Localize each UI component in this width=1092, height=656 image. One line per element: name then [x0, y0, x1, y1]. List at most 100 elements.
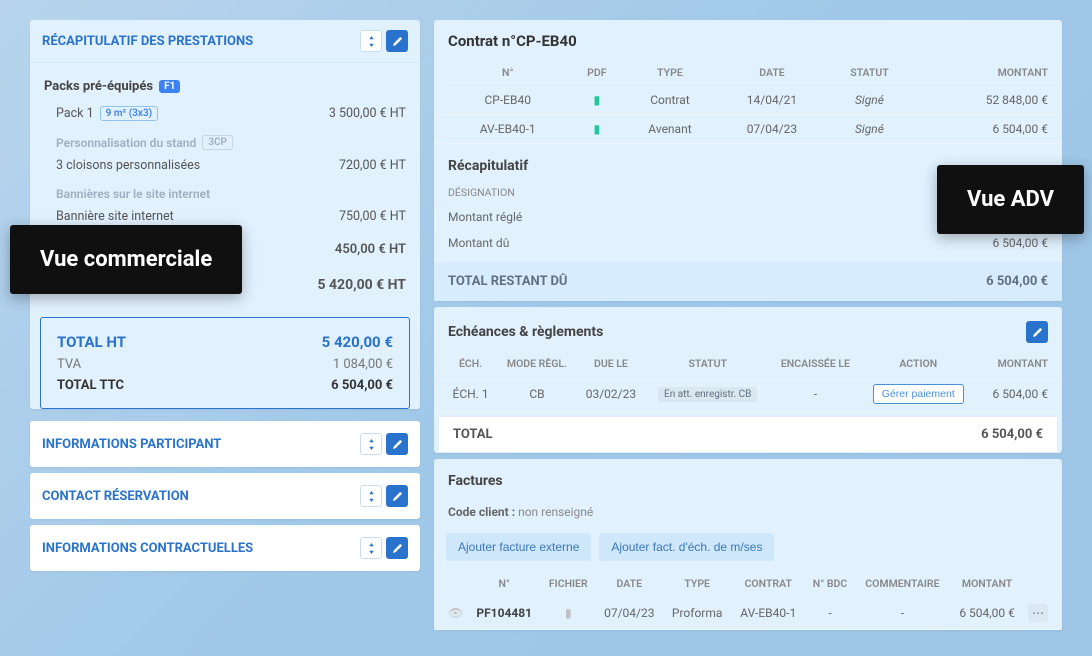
pack1-label: Pack 1 [56, 106, 94, 121]
perso-badge: 3CP [202, 135, 233, 150]
pdf-icon[interactable]: ▮ [594, 93, 601, 107]
edit-button[interactable] [386, 537, 408, 559]
collapse-button[interactable] [360, 485, 382, 507]
col-montant: MONTANT [976, 351, 1062, 377]
perso-line-amount: 720,00 € HT [339, 158, 406, 173]
invoices-panel: Factures Code client : non renseigné Ajo… [434, 459, 1062, 630]
eye-icon[interactable]: 👁 [448, 606, 463, 620]
pdf-icon[interactable]: ▮ [594, 122, 601, 136]
contract-panel: Contrat n°CP-EB40 N° PDF TYPE DATE STATU… [434, 20, 1062, 301]
perso-title: Personnalisation du stand [56, 136, 196, 150]
ban-subtitle: Bannières sur le site internet [56, 187, 406, 201]
table-row[interactable]: CP-EB40 ▮ Contrat 14/04/21 Signé 52 848,… [434, 86, 1062, 115]
pencil-icon [392, 439, 403, 450]
total-rest-label: TOTAL RESTANT DÛ [448, 274, 568, 289]
recap-panel: RÉCAPITULATIF DES PRESTATIONS Packs pré-… [30, 20, 420, 409]
col-date: DATE [718, 60, 827, 86]
overlay-commercial: Vue commerciale [10, 225, 242, 294]
add-external-invoice-button[interactable]: Ajouter facture externe [446, 533, 591, 561]
participant-panel: INFORMATIONS PARTICIPANT [30, 421, 420, 467]
cell-type: Contrat [622, 86, 717, 115]
schedule-table: ÉCH. MODE RÈGL. DUE LE STATUT ENCAISSÉE … [434, 351, 1062, 412]
add-schedule-invoice-button[interactable]: Ajouter fact. d'éch. de m/ses [599, 533, 774, 561]
pack1-amount: 3 500,00 € HT [329, 106, 406, 121]
contact-header[interactable]: CONTACT RÉSERVATION [30, 473, 420, 519]
cell-date: 14/04/21 [718, 86, 827, 115]
ban-line-amount: 750,00 € HT [339, 209, 406, 224]
cell-due: 03/02/23 [577, 377, 645, 412]
contact-panel: CONTACT RÉSERVATION [30, 473, 420, 519]
cell-montant: 52 848,00 € [913, 86, 1062, 115]
code-client-value: non renseigné [518, 505, 593, 519]
col-statut: STATUT [826, 60, 913, 86]
col-ech: ÉCH. [434, 351, 497, 377]
overlay-adv: Vue ADV [937, 165, 1084, 234]
table-row[interactable]: ÉCH. 1 CB 03/02/23 En att. enregistr. CB… [434, 377, 1062, 412]
col-montant: MONTANT [913, 60, 1062, 86]
cell-type: Proforma [663, 597, 731, 630]
cell-num: CP-EB40 [434, 86, 571, 115]
contractual-title: INFORMATIONS CONTRACTUELLES [42, 541, 253, 556]
perso-line: 3 cloisons personnalisées 720,00 € HT [44, 154, 406, 177]
overlay-commercial-text: Vue commerciale [40, 247, 212, 272]
cell-montant: 6 504,00 € [976, 377, 1062, 412]
contract-table: N° PDF TYPE DATE STATUT MONTANT CP-EB40 … [434, 60, 1062, 144]
col-type: TYPE [622, 60, 717, 86]
total-ht-value: 5 420,00 € [322, 333, 393, 351]
recap-row-value: 6 504,00 € [992, 236, 1048, 250]
total-ttc-label: TOTAL TTC [57, 378, 124, 393]
sort-icon [366, 543, 377, 554]
col-date: DATE [595, 571, 663, 597]
packs-label: Packs pré-équipés [44, 79, 153, 94]
col-type: TYPE [663, 571, 731, 597]
edit-button[interactable] [386, 30, 408, 52]
cell-num: PF104481 [467, 597, 541, 630]
more-button[interactable]: ⋯ [1028, 604, 1048, 622]
table-row[interactable]: AV-EB40-1 ▮ Avenant 07/04/23 Signé 6 504… [434, 115, 1062, 144]
pack1-badge: 9 m² (3x3) [100, 106, 159, 121]
totals-box: TOTAL HT 5 420,00 € TVA 1 084,00 € TOTAL… [40, 317, 410, 409]
cell-statut: Signé [826, 115, 913, 144]
col-encaissee: ENCAISSÉE LE [770, 351, 860, 377]
participant-title: INFORMATIONS PARTICIPANT [42, 437, 221, 452]
schedule-panel: Echéances & règlements ÉCH. MODE RÈGL. D… [434, 307, 1062, 453]
cell-bdc: - [805, 597, 854, 630]
file-icon[interactable]: ▮ [565, 606, 572, 620]
invoices-table: N° FICHIER DATE TYPE CONTRAT N° BDC COMM… [434, 571, 1062, 630]
col-num: N° [467, 571, 541, 597]
edit-button[interactable] [1026, 321, 1048, 343]
manage-payment-button[interactable]: Gérer paiement [873, 384, 964, 404]
col-bdc: N° BDC [805, 571, 854, 597]
pencil-icon [392, 543, 403, 554]
cell-statut: Signé [826, 86, 913, 115]
overlay-adv-text: Vue ADV [967, 187, 1054, 212]
cell-contrat: AV-EB40-1 [731, 597, 805, 630]
recap-row-label: Montant dû [448, 236, 509, 250]
perso-line-label: 3 cloisons personnalisées [56, 158, 200, 173]
perso-subtitle: Personnalisation du stand 3CP [56, 135, 406, 150]
pencil-icon [392, 36, 403, 47]
collapse-button[interactable] [360, 30, 382, 52]
cell-montant: 6 504,00 € [913, 115, 1062, 144]
code-client: Code client : non renseigné [434, 497, 1062, 527]
schedule-title: Echéances & règlements [448, 324, 603, 340]
col-montant: MONTANT [950, 571, 1024, 597]
contractual-header[interactable]: INFORMATIONS CONTRACTUELLES [30, 525, 420, 571]
pack-line: Pack 1 9 m² (3x3) 3 500,00 € HT [44, 102, 406, 125]
total-rest-value: 6 504,00 € [986, 274, 1048, 289]
total-tva-value: 1 084,00 € [333, 357, 393, 372]
participant-header[interactable]: INFORMATIONS PARTICIPANT [30, 421, 420, 467]
schedule-total-value: 6 504,00 € [981, 427, 1043, 442]
packs-group-title: Packs pré-équipés F1 [44, 79, 406, 94]
table-row[interactable]: 👁 PF104481 ▮ 07/04/23 Proforma AV-EB40-1… [434, 597, 1062, 630]
collapse-button[interactable] [360, 537, 382, 559]
collapse-button[interactable] [360, 433, 382, 455]
code-client-label: Code client : [448, 505, 515, 519]
cell-date: 07/04/23 [718, 115, 827, 144]
total-rest-row: TOTAL RESTANT DÛ 6 504,00 € [434, 262, 1062, 301]
edit-button[interactable] [386, 433, 408, 455]
invoices-title: Factures [434, 459, 1062, 497]
total-ht-label: TOTAL HT [57, 333, 126, 351]
edit-button[interactable] [386, 485, 408, 507]
cell-encaissee: - [770, 377, 860, 412]
